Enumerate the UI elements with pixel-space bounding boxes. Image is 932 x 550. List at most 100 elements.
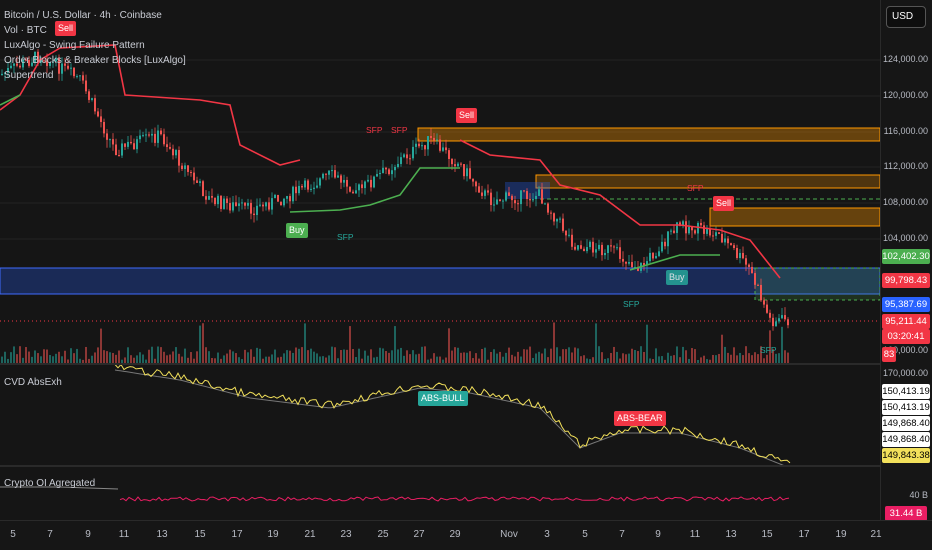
candle-body <box>103 121 105 134</box>
volume-bar <box>601 352 603 363</box>
volume-bar <box>364 350 366 363</box>
volume-bar <box>748 353 750 363</box>
price-axis-label: 108,000.00 <box>882 197 928 207</box>
volume-bar <box>691 348 693 363</box>
candle-body <box>220 195 222 209</box>
candle-body <box>130 141 132 144</box>
cvd-chart[interactable] <box>0 365 880 465</box>
legend-supertrend[interactable]: Supertrend <box>4 68 186 83</box>
candle-body <box>301 185 303 188</box>
candle-body <box>364 181 366 189</box>
volume-bar <box>496 353 498 363</box>
volume-bar <box>643 351 645 363</box>
candle-body <box>730 243 732 246</box>
time-label: 25 <box>377 529 389 540</box>
candle-body <box>703 225 705 234</box>
time-label: 23 <box>340 529 352 540</box>
candle-body <box>718 232 720 234</box>
volume-bar <box>403 355 405 363</box>
candle-body <box>706 228 708 234</box>
volume-bar <box>4 351 6 363</box>
volume-bar <box>157 346 159 363</box>
candle-body <box>514 200 516 204</box>
volume-bar <box>745 346 747 363</box>
candle-body <box>418 143 420 147</box>
volume-bar <box>493 349 495 363</box>
legend-order-blocks[interactable]: Order Blocks & Breaker Blocks [LuxAlgo] <box>4 53 186 68</box>
volume-bar <box>529 346 531 363</box>
candle-body <box>502 200 504 202</box>
time-label: 21 <box>304 529 316 540</box>
volume-bar <box>676 346 678 363</box>
candle-body <box>175 150 177 156</box>
candle-body <box>433 137 435 141</box>
volume-bar <box>394 326 396 363</box>
pane-separator[interactable] <box>0 465 932 467</box>
candle-body <box>427 136 429 150</box>
volume-bar <box>64 350 66 363</box>
oi-line <box>119 496 790 502</box>
candle-body <box>673 230 675 233</box>
volume-bar <box>391 350 393 363</box>
time-axis[interactable]: 5 7 9 11 13 15 17 19 21 23 25 27 29 Nov … <box>0 520 932 550</box>
candle-body <box>715 232 717 236</box>
candle-body <box>157 130 159 143</box>
legend-swing-failure[interactable]: LuxAlgo - Swing Failure Pattern <box>4 38 186 53</box>
time-label: 19 <box>267 529 279 540</box>
volume-bar <box>412 350 414 363</box>
volume-bar <box>397 349 399 363</box>
sell-signal: Sell <box>713 196 735 211</box>
currency-button[interactable]: USD <box>886 6 926 28</box>
candle-body <box>250 202 252 214</box>
candle-body <box>190 171 192 173</box>
legend-volume[interactable]: Vol · BTC <box>4 23 186 38</box>
candle-body <box>589 241 591 248</box>
oi-chart[interactable] <box>0 467 880 520</box>
volume-bar <box>61 356 63 363</box>
volume-bar <box>256 347 258 363</box>
candle-body <box>193 172 195 181</box>
volume-bar <box>571 352 573 363</box>
candle-body <box>472 178 474 182</box>
volume-bar <box>730 354 732 363</box>
candle-body <box>253 213 255 216</box>
volume-bar <box>100 328 102 363</box>
candle-body <box>196 180 198 183</box>
candle-body <box>142 135 144 137</box>
sfp-label: SFP <box>760 345 777 355</box>
volume-bar <box>301 347 303 363</box>
cvd-value-tag: 150,413.19 <box>882 400 930 415</box>
candle-body <box>292 186 294 202</box>
candle-body <box>577 245 579 250</box>
candle-body <box>331 170 333 172</box>
candle-body <box>187 165 189 172</box>
volume-bar <box>340 350 342 363</box>
volume-bar <box>313 351 315 363</box>
candle-body <box>499 199 501 202</box>
candle-body <box>685 221 687 234</box>
volume-bar <box>580 356 582 363</box>
candle-body <box>295 186 297 194</box>
candle-body <box>106 133 108 140</box>
legend-cvd[interactable]: CVD AbsExh <box>4 375 62 390</box>
volume-bar <box>55 353 57 363</box>
candle-body <box>583 248 585 252</box>
sfp-label: SFP <box>366 125 383 135</box>
candle-body <box>424 145 426 150</box>
volume-bar <box>70 348 72 363</box>
candle-body <box>691 226 693 231</box>
candle-body <box>766 304 768 313</box>
candle-body <box>622 258 624 262</box>
volume-bar <box>199 325 201 363</box>
volume-bar <box>175 347 177 363</box>
candle-body <box>655 256 657 259</box>
legend-oi[interactable]: Crypto OI Agregated <box>4 476 95 491</box>
candle-body <box>688 226 690 234</box>
candle-body <box>205 196 207 200</box>
pane-separator[interactable] <box>0 363 932 365</box>
volume-bar <box>508 347 510 363</box>
candle-body <box>763 300 765 305</box>
volume-bar <box>418 353 420 363</box>
volume-bar <box>670 355 672 363</box>
symbol-title[interactable]: Bitcoin / U.S. Dollar · 4h · Coinbase <box>4 8 186 23</box>
